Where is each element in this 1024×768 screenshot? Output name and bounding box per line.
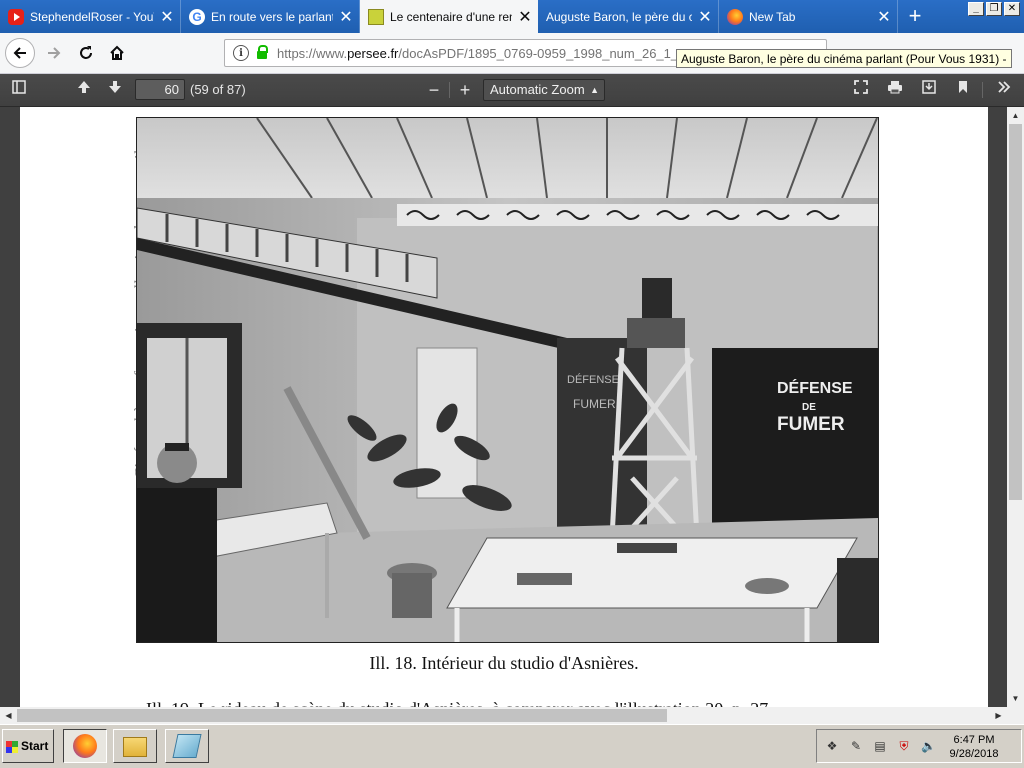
network-icon[interactable]: ▤	[873, 739, 887, 753]
svg-text:FUMER: FUMER	[777, 414, 845, 435]
pdf-toolbar: 60 (59 of 87) − + Automatic Zoom▲▼	[0, 74, 1024, 115]
reload-button[interactable]	[72, 39, 100, 67]
tab-title: En route vers le parlant:	[211, 9, 333, 24]
tab-title: StephendelRoser - YouTu	[30, 9, 154, 24]
tools-menu-button[interactable]	[993, 80, 1015, 100]
scroll-down-arrow-icon[interactable]: ▼	[1007, 690, 1024, 707]
tab-google[interactable]: G En route vers le parlant: ✕	[181, 0, 360, 33]
scroll-up-arrow-icon[interactable]: ▲	[1007, 107, 1024, 124]
tab-strip: StephendelRoser - YouTu ✕ G En route ver…	[0, 0, 1024, 33]
svg-text:DÉFENSE: DÉFENSE	[567, 373, 619, 386]
taskbar-explorer[interactable]	[113, 729, 157, 763]
forward-button[interactable]	[40, 39, 68, 67]
svg-text:FUMER: FUMER	[573, 397, 616, 411]
close-tab-icon[interactable]: ✕	[154, 7, 180, 27]
arrow-right-icon	[48, 47, 61, 59]
sidebar-toggle-button[interactable]	[8, 80, 30, 100]
close-tab-icon[interactable]: ✕	[512, 7, 538, 27]
tab-youtube[interactable]: StephendelRoser - YouTu ✕	[0, 0, 181, 33]
window-controls: _ ❐ ✕	[968, 2, 1020, 16]
fullscreen-icon	[854, 80, 868, 94]
studio-photo-image: DÉFENSE FUMER DÉFENSE DE FUMER	[137, 118, 878, 642]
studio-photograph: DÉFENSE FUMER DÉFENSE DE FUMER	[136, 117, 879, 643]
scroll-right-arrow-icon[interactable]: ▶	[990, 707, 1007, 724]
next-page-button[interactable]	[104, 80, 126, 100]
zoom-value: Automatic Zoom	[490, 82, 585, 97]
url-text: https://www.persee.fr/docAsPDF/1895_0769…	[277, 45, 679, 61]
tab-title: New Tab	[749, 9, 796, 24]
download-icon	[922, 80, 936, 94]
svg-text:DÉFENSE: DÉFENSE	[777, 378, 853, 397]
youtube-icon	[8, 8, 24, 25]
vertical-scroll-thumb[interactable]	[1009, 124, 1022, 500]
svg-text:DE: DE	[802, 402, 816, 413]
sidebar-icon	[12, 80, 26, 94]
double-chevron-right-icon	[998, 81, 1011, 93]
taskbar: Start ❖ ✎ ▤ ⛨ 🔈 6:47 PM 9/28/2018	[0, 724, 1024, 768]
zoom-out-button[interactable]: −	[423, 80, 445, 100]
zoom-select[interactable]: Automatic Zoom▲▼	[483, 79, 605, 115]
back-button[interactable]	[5, 38, 35, 68]
tab-title: Le centenaire d'une renc	[390, 9, 512, 24]
persee-icon	[368, 8, 384, 25]
tooltip: Auguste Baron, le père du cinéma parlant…	[676, 49, 1012, 68]
system-tray: ❖ ✎ ▤ ⛨ 🔈 6:47 PM 9/28/2018	[816, 729, 1022, 763]
scrollbar-corner	[1007, 707, 1024, 724]
firefox-icon	[727, 8, 743, 25]
tools-icon[interactable]: ✎	[849, 739, 863, 753]
restore-button[interactable]: ❐	[986, 2, 1002, 16]
scroll-left-arrow-icon[interactable]: ◀	[0, 707, 17, 724]
tab-auguste-baron[interactable]: Auguste Baron, le père du cin ✕	[538, 0, 719, 33]
tab-new-tab[interactable]: New Tab ✕	[719, 0, 898, 33]
new-tab-button[interactable]: +	[903, 5, 927, 29]
lock-icon[interactable]	[257, 44, 268, 59]
home-button[interactable]	[103, 39, 131, 67]
previous-page-button[interactable]	[73, 80, 95, 100]
bookmark-button[interactable]	[952, 80, 974, 100]
horizontal-scroll-thumb[interactable]	[17, 709, 667, 722]
home-icon	[110, 45, 124, 60]
pdf-viewer[interactable]: Cinémathèque française, collection des a…	[0, 107, 1007, 707]
close-tab-icon[interactable]: ✕	[871, 7, 897, 27]
volume-icon[interactable]: 🔈	[921, 739, 936, 753]
toolbar-separator	[449, 82, 450, 98]
next-figure-caption: Ill. 19. Le rideau de scène du studio d'…	[146, 699, 946, 707]
info-icon[interactable]: i	[233, 45, 249, 61]
arrow-left-icon	[13, 47, 26, 59]
start-label: Start	[21, 739, 49, 753]
figure-caption: Ill. 18. Intérieur du studio d'Asnières.	[369, 653, 639, 673]
start-button[interactable]: Start	[2, 729, 54, 763]
pdf-page: Cinémathèque française, collection des a…	[20, 107, 988, 707]
zoom-in-button[interactable]: +	[454, 80, 476, 100]
dropbox-icon[interactable]: ❖	[825, 739, 839, 753]
close-tab-icon[interactable]: ✕	[333, 7, 359, 27]
windows-logo-icon	[6, 741, 18, 753]
clock-time: 6:47 PM	[953, 734, 995, 746]
tab-title: Auguste Baron, le père du cin	[546, 9, 692, 24]
folder-icon	[123, 737, 147, 757]
google-icon: G	[189, 8, 205, 25]
clock-date: 9/28/2018	[949, 748, 999, 760]
close-tab-icon[interactable]: ✕	[692, 7, 718, 27]
close-window-button[interactable]: ✕	[1004, 2, 1020, 16]
arrow-down-icon	[109, 81, 121, 93]
firefox-icon	[73, 734, 97, 758]
minimize-button[interactable]: _	[968, 2, 984, 16]
reload-icon	[80, 46, 92, 59]
tab-persee[interactable]: Le centenaire d'une renc ✕	[360, 0, 538, 33]
download-button[interactable]	[918, 80, 940, 100]
taskbar-firefox[interactable]	[63, 729, 107, 763]
print-icon	[888, 81, 902, 94]
taskbar-notepad[interactable]	[165, 729, 209, 763]
clock[interactable]: 6:47 PM 9/28/2018	[945, 733, 1003, 761]
print-button[interactable]	[884, 80, 906, 100]
security-icon[interactable]: ⛨	[897, 739, 911, 753]
notepad-icon	[172, 734, 202, 758]
arrow-up-icon	[78, 81, 90, 93]
page-number-input[interactable]: 60	[135, 79, 185, 100]
presentation-mode-button[interactable]	[850, 80, 872, 100]
bookmark-icon	[959, 81, 967, 93]
page-count: (59 of 87)	[190, 82, 246, 97]
toolbar-separator	[982, 82, 983, 98]
